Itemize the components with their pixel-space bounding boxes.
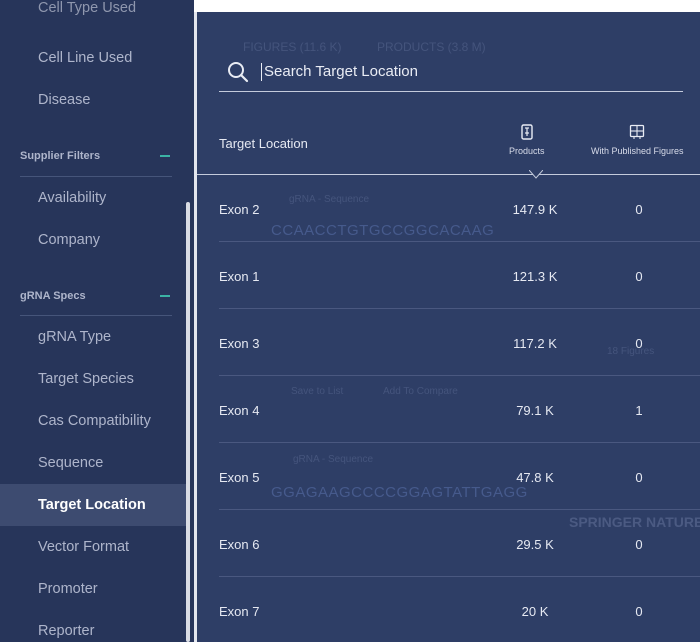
target-location-panel: FIGURES (11.6 K) PRODUCTS (3.8 M) gRNA -… — [194, 12, 700, 642]
sidebar-item-reporter[interactable]: Reporter — [0, 610, 186, 642]
row-target-location: Exon 5 — [219, 470, 260, 485]
table-row[interactable]: Exon 6 29.5 K 0 — [197, 510, 700, 577]
products-icon — [521, 124, 533, 140]
table-row[interactable]: Exon 5 47.8 K 0 — [197, 443, 700, 510]
column-header-products[interactable]: Products — [509, 124, 545, 156]
column-header-target-location[interactable]: Target Location — [219, 136, 308, 151]
sidebar-item-grna-type[interactable]: gRNA Type — [0, 316, 186, 358]
table-row[interactable]: Exon 2 147.9 K 0 — [197, 175, 700, 242]
products-header-label: Products — [509, 146, 545, 156]
sidebar-item-company[interactable]: Company — [0, 219, 186, 261]
row-figures-count: 0 — [635, 202, 643, 217]
row-figures-count: 1 — [635, 403, 643, 418]
row-products-count: 117.2 K — [513, 336, 557, 351]
table-row[interactable]: Exon 7 20 K 0 — [197, 577, 700, 642]
row-figures-count: 0 — [635, 470, 643, 485]
collapse-icon[interactable] — [160, 155, 170, 157]
row-figures-count: 0 — [635, 604, 643, 619]
row-products-count: 79.1 K — [516, 403, 554, 418]
row-target-location: Exon 6 — [219, 537, 260, 552]
figures-header-label: With Published Figures — [591, 146, 684, 156]
sidebar-item-cell-type-used[interactable]: Cell Type Used — [0, 0, 186, 20]
row-figures-count: 0 — [635, 336, 643, 351]
row-products-count: 47.8 K — [516, 470, 554, 485]
row-products-count: 20 K — [521, 604, 549, 619]
table-header: Target Location Products With Published … — [197, 112, 700, 174]
collapse-icon[interactable] — [160, 295, 170, 297]
section-title: gRNA Specs — [20, 290, 86, 302]
search-bar — [219, 52, 683, 92]
row-target-location: Exon 4 — [219, 403, 260, 418]
row-figures-count: 0 — [635, 269, 643, 284]
sidebar-item-target-location[interactable]: Target Location — [0, 484, 186, 526]
sidebar-item-availability[interactable]: Availability — [0, 177, 186, 219]
sidebar-scrollbar[interactable] — [186, 202, 190, 642]
table-row[interactable]: Exon 1 121.3 K 0 — [197, 242, 700, 309]
sidebar-item-vector-format[interactable]: Vector Format — [0, 526, 186, 568]
sidebar-item-promoter[interactable]: Promoter — [0, 568, 186, 610]
row-products-count: 147.9 K — [512, 202, 558, 217]
supplier-filters-section[interactable]: Supplier Filters — [20, 144, 172, 168]
row-figures-count: 0 — [635, 537, 643, 552]
row-target-location: Exon 7 — [219, 604, 260, 619]
sidebar-item-disease[interactable]: Disease — [0, 79, 186, 121]
row-target-location: Exon 2 — [219, 202, 260, 217]
column-header-published-figures[interactable]: With Published Figures — [591, 124, 684, 156]
figures-icon — [630, 124, 645, 139]
table-row[interactable]: Exon 3 117.2 K 0 — [197, 309, 700, 376]
row-target-location: Exon 1 — [219, 269, 260, 284]
row-products-count: 121.3 K — [512, 269, 558, 284]
sidebar-item-cas-compatibility[interactable]: Cas Compatibility — [0, 400, 186, 442]
sidebar-item-target-species[interactable]: Target Species — [0, 358, 186, 400]
table-row[interactable]: Exon 4 79.1 K 1 — [197, 376, 700, 443]
section-title: Supplier Filters — [20, 150, 101, 162]
row-products-count: 29.5 K — [516, 537, 554, 552]
row-target-location: Exon 3 — [219, 336, 260, 351]
search-icon — [228, 61, 249, 82]
sidebar-item-cell-line-used[interactable]: Cell Line Used — [0, 37, 186, 79]
sidebar-item-sequence[interactable]: Sequence — [0, 442, 186, 484]
search-input[interactable] — [261, 62, 683, 81]
filter-sidebar: Cell Type Used Cell Line Used Disease Su… — [0, 0, 194, 642]
grna-specs-section[interactable]: gRNA Specs — [20, 284, 172, 308]
